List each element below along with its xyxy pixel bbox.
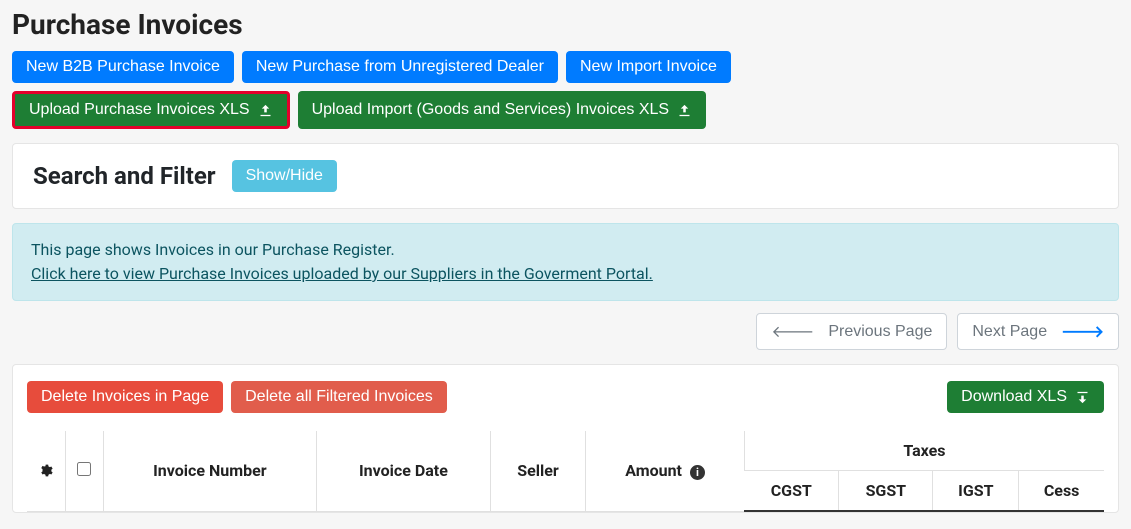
search-filter-card: Search and Filter Show/Hide [12,143,1119,209]
supplier-portal-link[interactable]: Click here to view Purchase Invoices upl… [31,262,653,286]
info-banner: This page shows Invoices in our Purchase… [12,223,1119,301]
col-igst[interactable]: IGST [933,471,1019,512]
info-icon[interactable]: i [690,465,705,480]
previous-page-button[interactable]: Previous Page [756,313,947,350]
col-invoice-number[interactable]: Invoice Number [103,431,317,511]
previous-page-label: Previous Page [828,323,932,341]
new-b2b-invoice-button[interactable]: New B2B Purchase Invoice [12,51,234,83]
upload-icon [677,103,692,118]
col-cess[interactable]: Cess [1019,471,1104,512]
page-title: Purchase Invoices [12,8,1119,41]
col-invoice-date[interactable]: Invoice Date [317,431,490,511]
download-icon [1075,390,1090,405]
col-amount-label: Amount [625,461,682,480]
delete-filtered-invoices-button[interactable]: Delete all Filtered Invoices [231,381,447,413]
search-filter-heading: Search and Filter [33,162,216,190]
next-page-button[interactable]: Next Page [957,313,1119,350]
col-taxes-group: Taxes [744,431,1104,471]
upload-import-xls-button[interactable]: Upload Import (Goods and Services) Invoi… [298,91,707,129]
info-text: This page shows Invoices in our Purchase… [31,238,1100,262]
col-seller[interactable]: Seller [490,431,586,511]
col-cgst[interactable]: CGST [744,471,838,512]
upload-actions-row: Upload Purchase Invoices XLS Upload Impo… [12,91,1119,129]
download-xls-button[interactable]: Download XLS [947,381,1104,413]
upload-import-xls-label: Upload Import (Goods and Services) Invoi… [312,101,670,119]
next-page-label: Next Page [972,323,1047,341]
invoice-table: Invoice Number Invoice Date Seller Amoun… [27,431,1104,512]
delete-invoices-page-button[interactable]: Delete Invoices in Page [27,381,223,413]
upload-icon [258,103,273,118]
col-amount[interactable]: Amount i [586,431,744,511]
new-unregistered-dealer-button[interactable]: New Purchase from Unregistered Dealer [242,51,558,83]
download-xls-label: Download XLS [961,388,1067,406]
show-hide-filter-button[interactable]: Show/Hide [232,160,337,192]
col-sgst[interactable]: SGST [839,471,933,512]
select-all-checkbox[interactable] [77,462,91,476]
pagination: Previous Page Next Page [12,313,1119,350]
table-toolbar: Delete Invoices in Page Delete all Filte… [27,381,1104,413]
new-import-invoice-button[interactable]: New Import Invoice [566,51,731,83]
upload-purchase-xls-button[interactable]: Upload Purchase Invoices XLS [12,91,290,129]
primary-actions-row: New B2B Purchase Invoice New Purchase fr… [12,51,1119,83]
gear-icon[interactable] [38,463,53,478]
invoice-table-card: Delete Invoices in Page Delete all Filte… [12,364,1119,513]
upload-purchase-xls-label: Upload Purchase Invoices XLS [29,101,250,119]
